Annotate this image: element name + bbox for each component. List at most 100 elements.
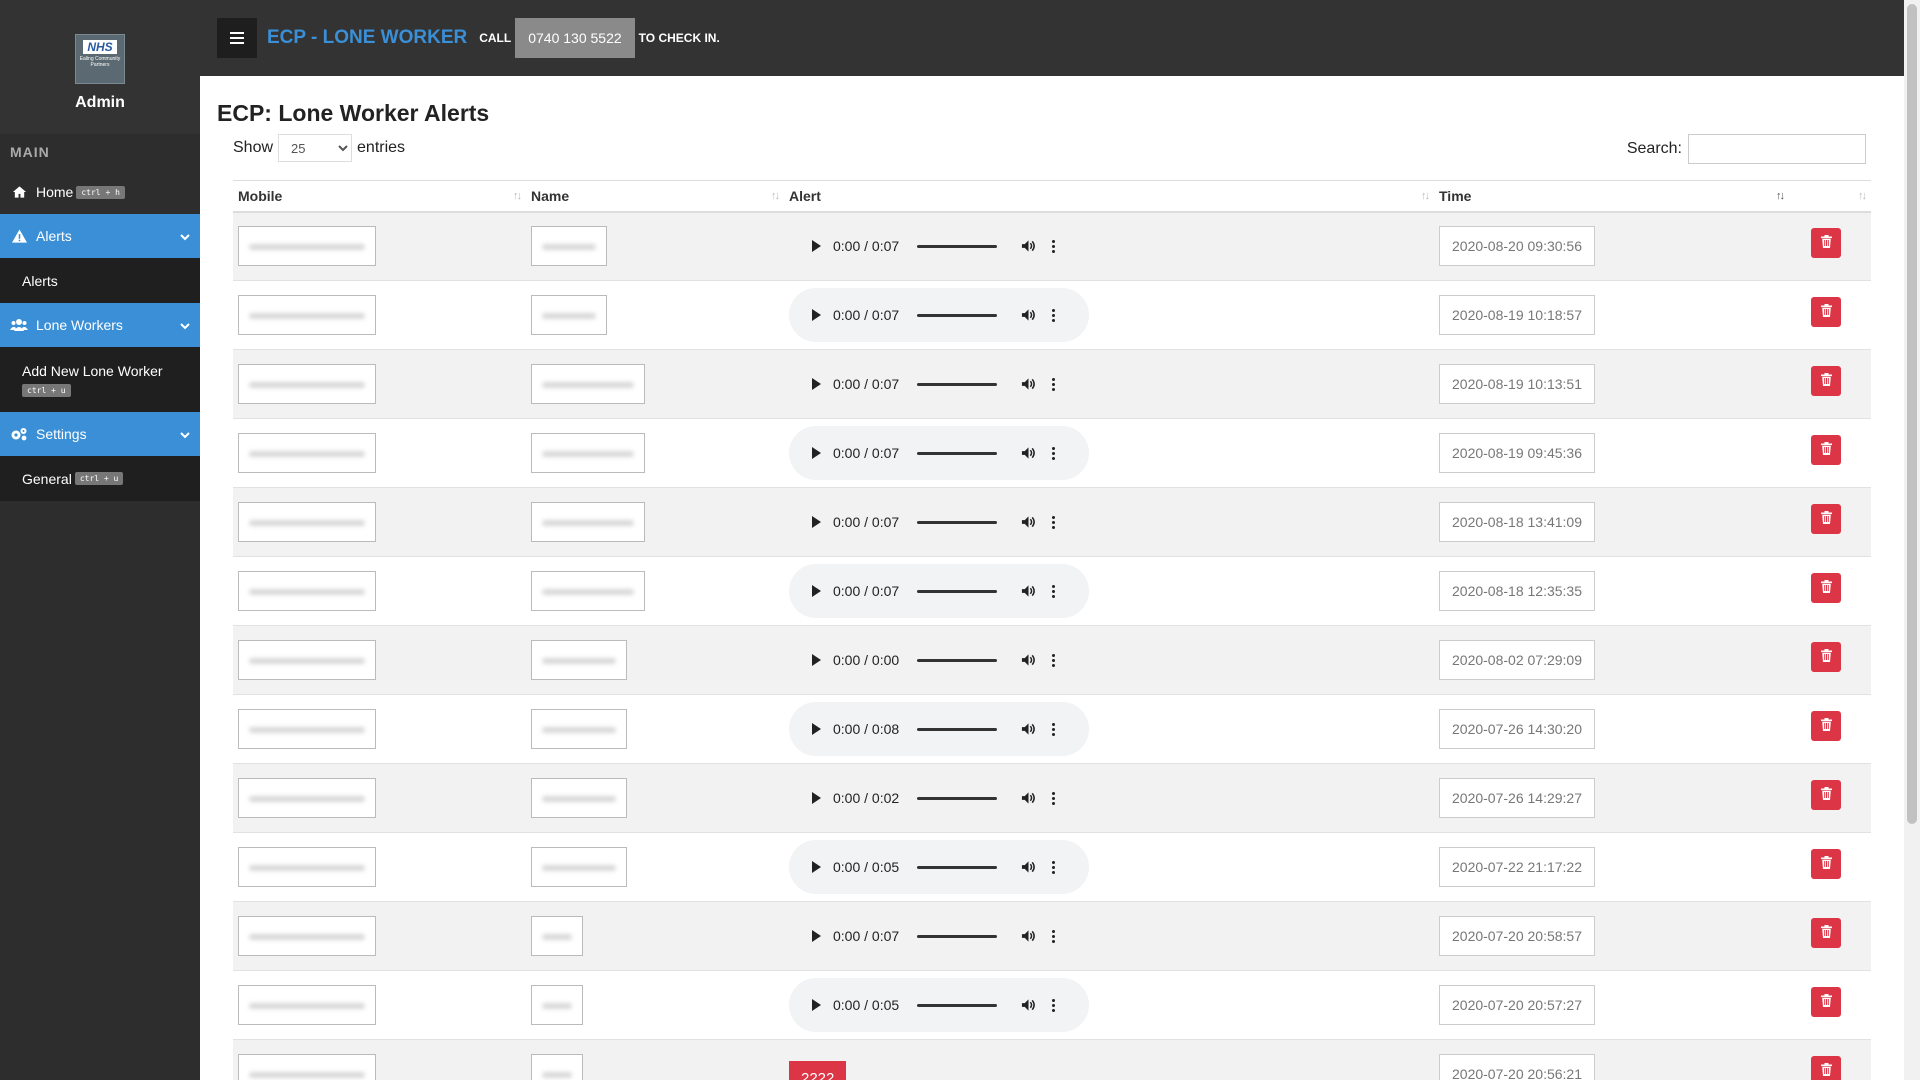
mobile-field[interactable] <box>238 847 376 887</box>
name-field[interactable] <box>531 364 645 404</box>
audio-progress-slider[interactable] <box>917 451 998 455</box>
audio-progress-slider[interactable] <box>917 520 998 524</box>
sidebar-item-settings[interactable]: Settings <box>0 412 200 456</box>
more-options-icon[interactable] <box>1052 998 1056 1012</box>
scrollbar-thumb[interactable] <box>1907 4 1917 824</box>
delete-button[interactable] <box>1811 641 1841 672</box>
play-icon[interactable] <box>812 792 821 804</box>
time-field[interactable]: 2020-08-20 09:30:56 <box>1439 226 1595 267</box>
audio-progress-slider[interactable] <box>917 796 998 800</box>
column-header-name[interactable]: Name ↑↓ <box>526 180 784 213</box>
play-icon[interactable] <box>812 999 821 1011</box>
more-options-icon[interactable] <box>1052 860 1056 874</box>
audio-player[interactable]: 0:00 / 0:00 <box>789 633 1089 687</box>
column-header-actions[interactable]: ↑↓ <box>1789 180 1871 213</box>
audio-player[interactable]: 0:00 / 0:07 <box>789 909 1089 963</box>
volume-icon[interactable] <box>1021 446 1036 460</box>
time-field[interactable]: 2020-08-18 12:35:35 <box>1439 571 1595 611</box>
delete-button[interactable] <box>1811 848 1841 879</box>
menu-toggle-button[interactable] <box>217 18 257 58</box>
name-field[interactable] <box>531 985 583 1025</box>
play-icon[interactable] <box>812 861 821 873</box>
name-field[interactable] <box>531 778 627 818</box>
more-options-icon[interactable] <box>1052 929 1056 943</box>
time-field[interactable]: 2020-08-18 13:41:09 <box>1439 502 1595 542</box>
audio-progress-slider[interactable] <box>917 727 998 731</box>
name-field[interactable] <box>531 433 645 473</box>
audio-progress-slider[interactable] <box>917 658 998 662</box>
delete-button[interactable] <box>1811 434 1841 465</box>
more-options-icon[interactable] <box>1052 722 1056 736</box>
time-field[interactable]: 2020-08-19 10:13:51 <box>1439 364 1595 404</box>
name-field[interactable] <box>531 295 607 335</box>
volume-icon[interactable] <box>1021 308 1036 322</box>
audio-player[interactable]: 0:00 / 0:08 <box>789 702 1089 756</box>
mobile-field[interactable] <box>238 226 376 267</box>
play-icon[interactable] <box>812 309 821 321</box>
play-icon[interactable] <box>812 378 821 390</box>
audio-player[interactable]: 0:00 / 0:07 <box>789 495 1089 549</box>
audio-player[interactable]: 0:00 / 0:07 <box>789 564 1089 618</box>
play-icon[interactable] <box>812 654 821 666</box>
name-field[interactable] <box>531 1054 583 1080</box>
audio-progress-slider[interactable] <box>917 313 998 317</box>
name-field[interactable] <box>531 640 627 680</box>
delete-button[interactable] <box>1811 572 1841 603</box>
mobile-field[interactable] <box>238 571 376 611</box>
sidebar-item-home[interactable]: Home ctrl + h <box>0 170 200 214</box>
name-field[interactable] <box>531 847 627 887</box>
app-title[interactable]: ECP - LONE WORKER <box>267 27 467 49</box>
time-field[interactable]: 2020-07-20 20:56:21 <box>1439 1054 1595 1080</box>
play-icon[interactable] <box>812 240 821 253</box>
column-header-alert[interactable]: Alert ↑↓ <box>784 180 1434 213</box>
time-field[interactable]: 2020-07-20 20:58:57 <box>1439 916 1595 956</box>
search-input[interactable] <box>1688 134 1866 164</box>
name-field[interactable] <box>531 916 583 956</box>
delete-button[interactable] <box>1811 227 1841 258</box>
delete-button[interactable] <box>1811 296 1841 327</box>
more-options-icon[interactable] <box>1052 377 1056 391</box>
mobile-field[interactable] <box>238 640 376 680</box>
play-icon[interactable] <box>812 723 821 735</box>
time-field[interactable]: 2020-07-22 21:17:22 <box>1439 847 1595 887</box>
audio-progress-slider[interactable] <box>917 1003 998 1007</box>
audio-progress-slider[interactable] <box>917 382 998 386</box>
play-icon[interactable] <box>812 585 821 597</box>
volume-icon[interactable] <box>1021 998 1036 1012</box>
volume-icon[interactable] <box>1021 791 1036 805</box>
time-field[interactable]: 2020-08-19 10:18:57 <box>1439 295 1595 335</box>
more-options-icon[interactable] <box>1052 791 1056 805</box>
mobile-field[interactable] <box>238 1054 376 1080</box>
name-field[interactable] <box>531 502 645 542</box>
more-options-icon[interactable] <box>1052 308 1056 322</box>
volume-icon[interactable] <box>1021 377 1036 391</box>
mobile-field[interactable] <box>238 916 376 956</box>
audio-player[interactable]: 0:00 / 0:07 <box>789 219 1089 274</box>
mobile-field[interactable] <box>238 364 376 404</box>
volume-icon[interactable] <box>1021 722 1036 736</box>
more-options-icon[interactable] <box>1052 239 1056 253</box>
play-icon[interactable] <box>812 930 821 942</box>
page-scrollbar[interactable] <box>1904 0 1920 1080</box>
time-field[interactable]: 2020-08-19 09:45:36 <box>1439 433 1595 473</box>
delete-button[interactable] <box>1811 503 1841 534</box>
audio-player[interactable]: 0:00 / 0:07 <box>789 357 1089 411</box>
audio-player[interactable]: 0:00 / 0:02 <box>789 771 1089 825</box>
nhs-logo[interactable]: NHS Ealing Community Partners <box>75 34 125 84</box>
more-options-icon[interactable] <box>1052 515 1056 529</box>
audio-progress-slider[interactable] <box>917 589 998 593</box>
sidebar-subitem-alerts[interactable]: Alerts <box>0 258 200 303</box>
volume-icon[interactable] <box>1021 584 1036 598</box>
audio-progress-slider[interactable] <box>917 865 998 869</box>
sidebar-item-lone-workers[interactable]: Lone Workers <box>0 303 200 347</box>
audio-progress-slider[interactable] <box>917 244 998 248</box>
delete-button[interactable] <box>1811 365 1841 396</box>
audio-player[interactable]: 0:00 / 0:05 <box>789 840 1089 894</box>
mobile-field[interactable] <box>238 709 376 749</box>
delete-button[interactable] <box>1811 917 1841 948</box>
audio-player[interactable]: 0:00 / 0:07 <box>789 426 1089 480</box>
sidebar-item-alerts[interactable]: Alerts <box>0 214 200 258</box>
volume-icon[interactable] <box>1021 929 1036 943</box>
time-field[interactable]: 2020-07-20 20:57:27 <box>1439 985 1595 1025</box>
mobile-field[interactable] <box>238 295 376 335</box>
